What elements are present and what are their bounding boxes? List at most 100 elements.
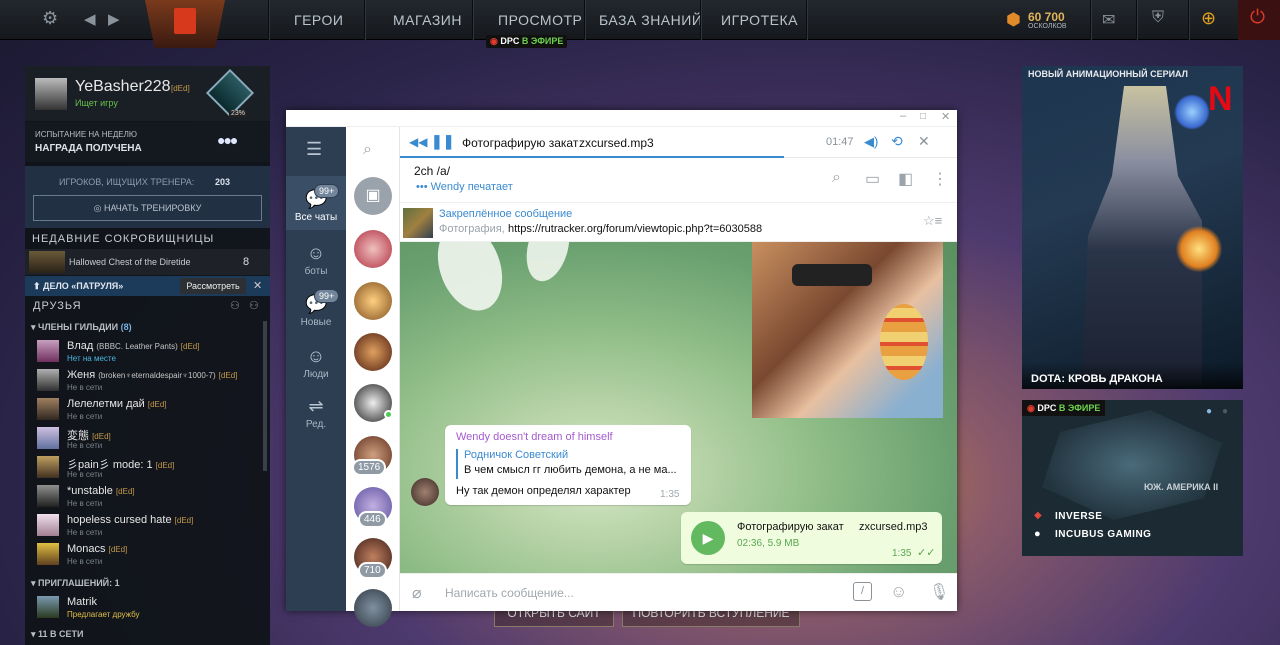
nav-learn[interactable]: БАЗА ЗНАНИЙ bbox=[599, 0, 702, 40]
more-options-icon[interactable]: ⋮ bbox=[932, 169, 948, 189]
reply-author[interactable]: Родничок Советский bbox=[464, 449, 568, 461]
live-stream-icon[interactable]: ▭ bbox=[865, 169, 880, 189]
friend-item[interactable]: Женя (broken♆eternaldespair♆1000-7) [dEd… bbox=[25, 367, 270, 396]
armory-icon[interactable]: ⛨ bbox=[1152, 9, 1164, 27]
dpc-live-pill[interactable]: ◉ DPC В ЭФИРЕ bbox=[486, 35, 568, 48]
reply-text[interactable]: В чем смысл гг любить демона, а не ма... bbox=[464, 464, 677, 476]
guild-header[interactable]: ▾ ЧЛЕНЫ ГИЛЬДИИ (8) bbox=[31, 322, 132, 333]
power-icon[interactable]: ⏻ bbox=[1250, 7, 1265, 29]
friends-scrollbar[interactable] bbox=[263, 321, 267, 471]
friend-item[interactable]: 変態 [dEd] Не в сети bbox=[25, 425, 270, 454]
mail-icon[interactable]: ✉ bbox=[1102, 10, 1115, 30]
track-time: 01:47 bbox=[826, 136, 854, 148]
message-area[interactable]: Wendy doesn't dream of himself Родничок … bbox=[400, 242, 957, 573]
avatar bbox=[37, 456, 59, 478]
close-player-icon[interactable]: ✕ bbox=[918, 133, 930, 150]
message-author[interactable]: Wendy doesn't dream of himself bbox=[456, 431, 613, 443]
shards-icon: ⬢ bbox=[1006, 10, 1021, 29]
avatar[interactable] bbox=[35, 78, 67, 110]
settings-gear-icon[interactable]: ⚙ bbox=[42, 8, 58, 29]
profile-status: Ищет игру bbox=[75, 98, 118, 108]
friend-item[interactable]: *unstable [dEd] Не в сети bbox=[25, 483, 270, 512]
series-promo[interactable]: НОВЫЙ АНИМАЦИОННЫЙ СЕРИАЛ N DOTA: КРОВЬ … bbox=[1022, 66, 1243, 389]
carousel-dot-active-icon[interactable]: ● bbox=[1206, 406, 1212, 417]
track-progress-fill[interactable] bbox=[400, 156, 784, 158]
search-chat-icon[interactable]: ⌕ bbox=[832, 169, 841, 187]
friend-item[interactable]: Monacs [dEd] Не в сети bbox=[25, 541, 270, 570]
message-input[interactable]: Написать сообщение... bbox=[445, 586, 574, 600]
message-text: Ну так демон определял характер bbox=[456, 485, 631, 497]
patrol-close-icon[interactable]: ✕ bbox=[253, 279, 262, 292]
start-coaching-button[interactable]: ◎ НАЧАТЬ ТРЕНИРОВКУ bbox=[33, 195, 262, 221]
team1-name: INVERSE bbox=[1055, 511, 1103, 522]
online-header[interactable]: ▾ 11 В СЕТИ bbox=[31, 629, 84, 640]
menu-icon[interactable]: ☰ bbox=[306, 139, 322, 160]
invite-item[interactable]: Matrik Предлагает дружбу bbox=[25, 594, 270, 623]
close-window-icon[interactable]: ✕ bbox=[941, 110, 950, 123]
incoming-message[interactable]: Wendy doesn't dream of himself Родничок … bbox=[445, 425, 691, 505]
nav-watch[interactable]: ПРОСМОТР bbox=[498, 0, 582, 40]
nav-heroes[interactable]: ГЕРОИ bbox=[294, 0, 343, 40]
minimize-icon[interactable]: – bbox=[900, 110, 906, 122]
volume-icon[interactable]: ◀) bbox=[864, 134, 878, 150]
friends-settings-icon[interactable]: ⚇ bbox=[249, 299, 259, 312]
chat-avatar[interactable] bbox=[354, 589, 392, 627]
plus-icon[interactable]: ⊕ bbox=[1201, 8, 1216, 29]
chat-avatar[interactable] bbox=[354, 333, 392, 371]
pinned-url[interactable]: https://rutracker.org/forum/viewtopic.ph… bbox=[508, 223, 762, 235]
chat-header[interactable]: 2ch /a/ ••• Wendy печатает ⌕ ▭ ◧ ⋮ bbox=[400, 159, 957, 203]
patrol-review-button[interactable]: Рассмотреть bbox=[180, 278, 246, 294]
dpc-label: DPC bbox=[500, 36, 520, 46]
search-icon[interactable]: ⌕ bbox=[363, 141, 372, 159]
pinned-message-bar[interactable]: Закреплённое сообщение Фотография, https… bbox=[400, 204, 957, 242]
pause-icon[interactable]: ❚❚ bbox=[431, 133, 454, 150]
attach-icon[interactable]: ⌀ bbox=[412, 583, 422, 603]
carousel-dot-icon[interactable]: ● bbox=[1222, 406, 1228, 417]
emoji-icon[interactable]: ☺ bbox=[890, 582, 907, 602]
folder-all-chats[interactable]: 💬 Все чаты 99+ bbox=[286, 184, 346, 223]
sender-avatar[interactable] bbox=[411, 478, 439, 506]
unread-counter: 1576 bbox=[352, 459, 387, 476]
friend-item[interactable]: hopeless cursed hate [dEd] Не в сети bbox=[25, 512, 270, 541]
nav-arcade[interactable]: ИГРОТЕКА bbox=[721, 0, 798, 40]
sticker-image[interactable] bbox=[752, 242, 943, 418]
forward-icon[interactable]: ▶ bbox=[108, 10, 120, 28]
friend-item[interactable]: 彡pain彡 mode: 1 [dEd] Не в сети bbox=[25, 454, 270, 483]
archive-icon[interactable]: ▣ bbox=[354, 177, 392, 215]
avatar bbox=[37, 398, 59, 420]
maximize-icon[interactable]: □ bbox=[920, 111, 926, 122]
dota-logo[interactable] bbox=[145, 0, 225, 48]
folder-people[interactable]: ☺ Люди bbox=[286, 346, 346, 380]
chat-name: 2ch /a/ bbox=[414, 164, 451, 178]
dpc-live-card[interactable]: ◉ DPC В ЭФИРЕ ● ● ЮЖ. АМЕРИКА II ◆ INVER… bbox=[1022, 400, 1243, 556]
folder-edit[interactable]: ⇌ Ред. bbox=[286, 396, 346, 430]
folder-label: боты bbox=[304, 266, 328, 277]
commands-icon[interactable]: / bbox=[853, 582, 872, 601]
profile-card[interactable]: YeBasher228 [dEd] Ищет игру 23% bbox=[25, 66, 270, 121]
play-icon[interactable]: ▶ bbox=[691, 521, 725, 555]
folder-new[interactable]: 💬 Новые 99+ bbox=[286, 289, 346, 328]
friend-status: Не в сети bbox=[67, 528, 103, 537]
start-coaching-label: НАЧАТЬ ТРЕНИРОВКУ bbox=[104, 203, 202, 213]
dpc-live-label: В ЭФИРЕ bbox=[1058, 403, 1101, 413]
chat-avatar[interactable] bbox=[354, 230, 392, 268]
chat-avatar[interactable] bbox=[354, 282, 392, 320]
friend-item[interactable]: Лелелетми дай [dEd] Не в сети bbox=[25, 396, 270, 425]
dpc-badge: ◉ DPC В ЭФИРЕ bbox=[1022, 400, 1106, 416]
pinned-list-icon[interactable]: ☆≡ bbox=[923, 213, 942, 229]
weekly-challenge[interactable]: ИСПЫТАНИЕ НА НЕДЕЛЮ НАГРАДА ПОЛУЧЕНА ●●● bbox=[25, 122, 270, 162]
outgoing-audio-message[interactable]: ▶ Фотографирую закат zxcursed.mp3 02:36,… bbox=[681, 512, 942, 564]
invites-header[interactable]: ▾ ПРИГЛАШЕНИЙ: 1 bbox=[31, 578, 120, 589]
nav-store[interactable]: МАГАЗИН bbox=[393, 0, 462, 40]
previous-track-icon[interactable]: ◀◀ bbox=[409, 135, 427, 149]
folder-bots[interactable]: ☺ боты bbox=[286, 243, 346, 277]
back-icon[interactable]: ◀ bbox=[84, 10, 96, 28]
add-friend-icon[interactable]: ⚇ bbox=[230, 299, 240, 312]
friend-item[interactable]: Влад (BBBC. Leather Pants) [dEd] Нет на м… bbox=[25, 338, 270, 367]
title-bar: – □ ✕ bbox=[286, 110, 957, 127]
treasure-item[interactable]: Hallowed Chest of the Diretide 8 bbox=[25, 249, 270, 275]
pinned-title: Закреплённое сообщение bbox=[439, 208, 573, 220]
repeat-icon[interactable]: ⟲ bbox=[891, 133, 903, 150]
microphone-icon[interactable]: 🎙 bbox=[929, 582, 949, 602]
sidebar-toggle-icon[interactable]: ◧ bbox=[898, 169, 913, 189]
